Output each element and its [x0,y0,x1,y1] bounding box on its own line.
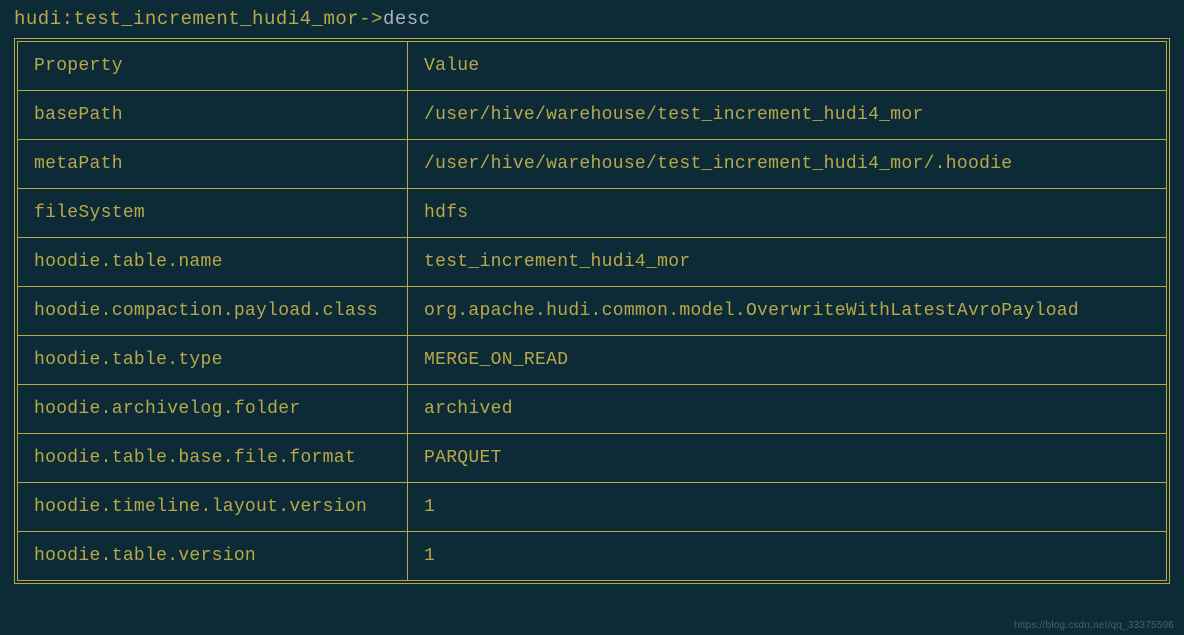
table-header-row: Property Value [18,42,1167,91]
table-row: hoodie.timeline.layout.version 1 [18,483,1167,532]
value-cell: MERGE_ON_READ [408,336,1167,385]
value-cell: 1 [408,532,1167,581]
value-cell: archived [408,385,1167,434]
property-cell: basePath [18,91,408,140]
property-cell: hoodie.table.version [18,532,408,581]
property-cell: hoodie.table.base.file.format [18,434,408,483]
table-row: hoodie.table.version 1 [18,532,1167,581]
cli-prompt-prefix: hudi:test_increment_hudi4_mor-> [14,8,383,30]
property-cell: hoodie.table.type [18,336,408,385]
table-row: hoodie.table.type MERGE_ON_READ [18,336,1167,385]
table-row: hoodie.table.name test_increment_hudi4_m… [18,238,1167,287]
property-cell: hoodie.compaction.payload.class [18,287,408,336]
table-row: fileSystem hdfs [18,189,1167,238]
cli-prompt-line: hudi:test_increment_hudi4_mor->desc [14,8,1170,30]
value-cell: /user/hive/warehouse/test_increment_hudi… [408,91,1167,140]
header-value: Value [408,42,1167,91]
property-cell: fileSystem [18,189,408,238]
table-row: hoodie.table.base.file.format PARQUET [18,434,1167,483]
value-cell: 1 [408,483,1167,532]
value-cell: test_increment_hudi4_mor [408,238,1167,287]
property-cell: hoodie.archivelog.folder [18,385,408,434]
property-cell: metaPath [18,140,408,189]
cli-command: desc [383,8,431,30]
value-cell: hdfs [408,189,1167,238]
property-cell: hoodie.table.name [18,238,408,287]
property-cell: hoodie.timeline.layout.version [18,483,408,532]
table-row: metaPath /user/hive/warehouse/test_incre… [18,140,1167,189]
header-property: Property [18,42,408,91]
value-cell: PARQUET [408,434,1167,483]
watermark-text: https://blog.csdn.net/qq_33375596 [1014,620,1174,631]
table-row: hoodie.compaction.payload.class org.apac… [18,287,1167,336]
table-row: hoodie.archivelog.folder archived [18,385,1167,434]
value-cell: /user/hive/warehouse/test_increment_hudi… [408,140,1167,189]
desc-output-table: Property Value basePath /user/hive/wareh… [17,41,1167,581]
output-table-wrapper: Property Value basePath /user/hive/wareh… [14,38,1170,584]
value-cell: org.apache.hudi.common.model.OverwriteWi… [408,287,1167,336]
table-row: basePath /user/hive/warehouse/test_incre… [18,91,1167,140]
